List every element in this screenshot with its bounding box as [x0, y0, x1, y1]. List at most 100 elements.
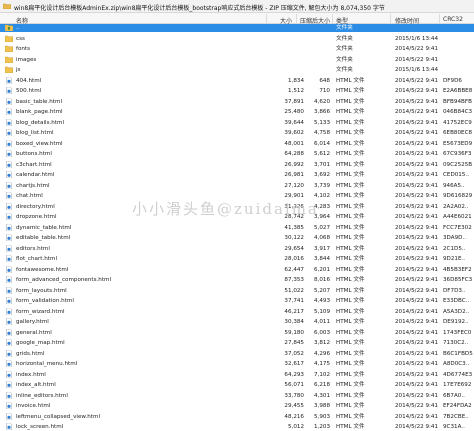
column-divider[interactable] — [439, 14, 440, 23]
file-row[interactable]: images 文件夹 2014/5/22 9:41 — [0, 56, 474, 64]
file-row[interactable]: google_map.html 27,845 3,812 HTML 文件 2014/5/… — [0, 339, 474, 347]
file-compressed-cell: 4,175 — [313, 361, 330, 367]
file-row[interactable]: js 文件夹 2015/1/6 13:44 — [0, 66, 474, 74]
file-row[interactable]: form_layouts.html 51,022 5,207 HTML 文件 2014/… — [0, 286, 474, 295]
file-row[interactable]: blog_list.html 39,602 4,758 HTML 文件 2014/5/2… — [0, 129, 474, 137]
column-divider[interactable] — [390, 14, 391, 23]
file-row[interactable]: editable_table.html 30,122 4,068 HTML 文件 201… — [0, 234, 474, 242]
file-row[interactable]: blank_page.html 25,480 3,866 HTML 文件 2014/5/… — [0, 108, 474, 116]
column-divider[interactable] — [332, 14, 333, 23]
file-size-cell: 29,654 — [284, 245, 304, 252]
file-modified-cell: 2014/5/22 9:41 — [395, 182, 439, 189]
file-modified-cell: 2014/5/22 9:41 — [395, 266, 439, 273]
file-row[interactable]: lock_screen.html 5,012 1,203 HTML 文件 2014/5/… — [0, 423, 474, 431]
file-crc-cell: 6EB80EC8 — [443, 130, 473, 136]
file-row[interactable]: chartjs.html 27,120 3,739 HTML 文件 2014/5/22 … — [0, 181, 474, 190]
file-row[interactable]: invoice.html 29,455 3,988 HTML 文件 2014/5/22 … — [0, 402, 474, 410]
file-row[interactable]: grids.html 37,052 4,296 HTML 文件 2014/5/22 9:… — [0, 349, 474, 358]
file-compressed-cell: 3,701 — [313, 161, 330, 168]
column-divider[interactable] — [266, 14, 267, 23]
file-row[interactable]: dynamic_table.html 41,385 5,027 HTML 文件 2014… — [0, 223, 474, 232]
file-size-cell: 39,644 — [284, 119, 304, 126]
file-type-cell: HTML 文件 — [336, 109, 365, 115]
html-file-icon — [6, 265, 12, 273]
file-modified-cell: 2015/1/6 13:44 — [395, 67, 439, 73]
file-name-cell: css — [16, 35, 25, 42]
file-row[interactable]: fontawesome.html 62,447 6,201 HTML 文件 2014/5… — [0, 265, 474, 274]
file-type-cell: HTML 文件 — [336, 340, 365, 346]
file-row[interactable]: gallery.html 30,384 4,011 HTML 文件 2014/5/22 … — [0, 318, 474, 326]
file-row[interactable]: form_wizard.html 46,217 5,109 HTML 文件 2014/5… — [0, 307, 474, 316]
file-row[interactable]: form_advanced_components.html 87,353 8,016… — [0, 276, 474, 284]
file-name-cell: fonts — [16, 46, 31, 52]
file-compressed-cell: 5,612 — [313, 151, 330, 157]
html-file-icon — [6, 255, 12, 262]
file-type-cell: HTML 文件 — [336, 235, 365, 241]
html-file-icon — [6, 423, 12, 430]
file-compressed-cell: 7,102 — [313, 371, 330, 378]
column-crc-header[interactable]: CRC32 — [443, 16, 463, 23]
file-name-cell: inline_editors.html — [16, 392, 68, 399]
file-row[interactable]: calendar.html 26,981 3,692 HTML 文件 2014/5/22… — [0, 171, 474, 179]
file-compressed-cell: 3,866 — [313, 109, 330, 115]
file-row[interactable]: .. 文件夹 — [0, 24, 474, 32]
file-row[interactable]: c3chart.html 26,992 3,701 HTML 文件 2014/5/22 … — [0, 160, 474, 169]
file-name-cell: dynamic_table.html — [16, 224, 72, 231]
file-compressed-cell: 3,812 — [313, 340, 330, 346]
file-row[interactable]: index_alt.html 56,071 6,218 HTML 文件 2014/5/2… — [0, 381, 474, 389]
file-compressed-cell: 5,027 — [313, 224, 330, 231]
file-compressed-cell: 6,218 — [313, 382, 330, 388]
file-type-cell: HTML 文件 — [336, 266, 365, 273]
file-name-cell: google_map.html — [16, 340, 65, 346]
file-row[interactable]: fonts 文件夹 2014/5/22 9:41 — [0, 45, 474, 53]
file-size-cell: 37,052 — [284, 350, 304, 357]
file-crc-cell: BFB94BFB — [443, 98, 472, 105]
file-name-cell: blog_details.html — [16, 119, 65, 126]
html-file-icon — [6, 192, 12, 199]
file-type-cell: HTML 文件 — [336, 413, 365, 420]
file-type-cell: HTML 文件 — [336, 298, 365, 304]
html-file-icon — [6, 202, 12, 210]
file-row[interactable]: basic_table.html 37,891 4,620 HTML 文件 2014/5… — [0, 97, 474, 106]
html-file-icon — [6, 223, 12, 231]
file-row[interactable]: editors.html 29,654 3,917 HTML 文件 2014/5/22 … — [0, 244, 474, 253]
file-row[interactable]: horizontal_menu.html 32,617 4,175 HTML 文件 20… — [0, 360, 474, 368]
file-size-cell: 51,022 — [284, 287, 304, 294]
file-size-cell: 48,001 — [284, 140, 304, 147]
file-modified-cell: 2014/5/22 9:41 — [395, 350, 439, 357]
file-crc-cell: 17E7E692 — [443, 382, 472, 388]
file-row[interactable]: boxed_view.html 48,001 6,014 HTML 文件 2014/5/… — [0, 139, 474, 148]
file-row[interactable]: index.html 64,293 7,102 HTML 文件 2014/5/22 9:… — [0, 370, 474, 379]
file-modified-cell: 2014/5/22 9:41 — [395, 88, 439, 94]
folder-icon — [5, 45, 13, 52]
file-type-cell: HTML 文件 — [336, 203, 365, 210]
file-row[interactable]: buttons.html 64,288 5,612 HTML 文件 2014/5/22 … — [0, 150, 474, 158]
file-row[interactable]: inline_editors.html 33,780 4,301 HTML 文件 201… — [0, 391, 474, 400]
file-row[interactable]: css 文件夹 2015/1/6 13:44 — [0, 35, 474, 43]
file-row[interactable]: form_validation.html 37,741 4,493 HTML 文件 20… — [0, 297, 474, 305]
file-type-cell: HTML 文件 — [336, 161, 365, 168]
file-row[interactable]: leftmenu_collapsed_view.html 48,216 5,903 H… — [0, 412, 474, 421]
file-size-cell: 48,216 — [284, 413, 304, 420]
file-row[interactable]: blog_details.html 39,644 5,133 HTML 文件 2014/… — [0, 118, 474, 127]
file-modified-cell: 2014/5/22 9:41 — [395, 298, 439, 304]
file-crc-cell: 7130C2.. — [443, 340, 469, 346]
file-compressed-cell: 6,003 — [313, 329, 330, 336]
file-modified-cell: 2014/5/22 9:41 — [395, 319, 439, 325]
file-compressed-cell: 4,011 — [313, 319, 330, 325]
file-row[interactable]: 500.html 1,512 710 HTML 文件 2014/5/22 9:41 E2A… — [0, 87, 474, 95]
file-name-cell: horizontal_menu.html — [16, 361, 78, 367]
file-type-cell: HTML 文件 — [336, 172, 365, 178]
file-size-cell: 59,180 — [284, 329, 304, 336]
file-row[interactable]: flot_chart.html 28,016 3,844 HTML 文件 2014/5/… — [0, 255, 474, 263]
file-compressed-cell: 3,692 — [313, 172, 330, 178]
file-type-cell: 文件夹 — [336, 46, 353, 52]
file-name-cell: .. — [16, 25, 20, 31]
column-divider[interactable] — [296, 14, 297, 23]
file-row[interactable]: general.html 59,180 6,003 HTML 文件 2014/5/22 … — [0, 328, 474, 337]
file-row[interactable]: 404.html 1,834 648 HTML 文件 2014/5/22 9:41 DF9… — [0, 76, 474, 85]
file-name-cell: editable_table.html — [16, 235, 71, 241]
file-size-cell: 33,780 — [284, 392, 304, 399]
file-name-cell: leftmenu_collapsed_view.html — [16, 413, 101, 420]
file-size-cell: 56,071 — [284, 382, 304, 388]
